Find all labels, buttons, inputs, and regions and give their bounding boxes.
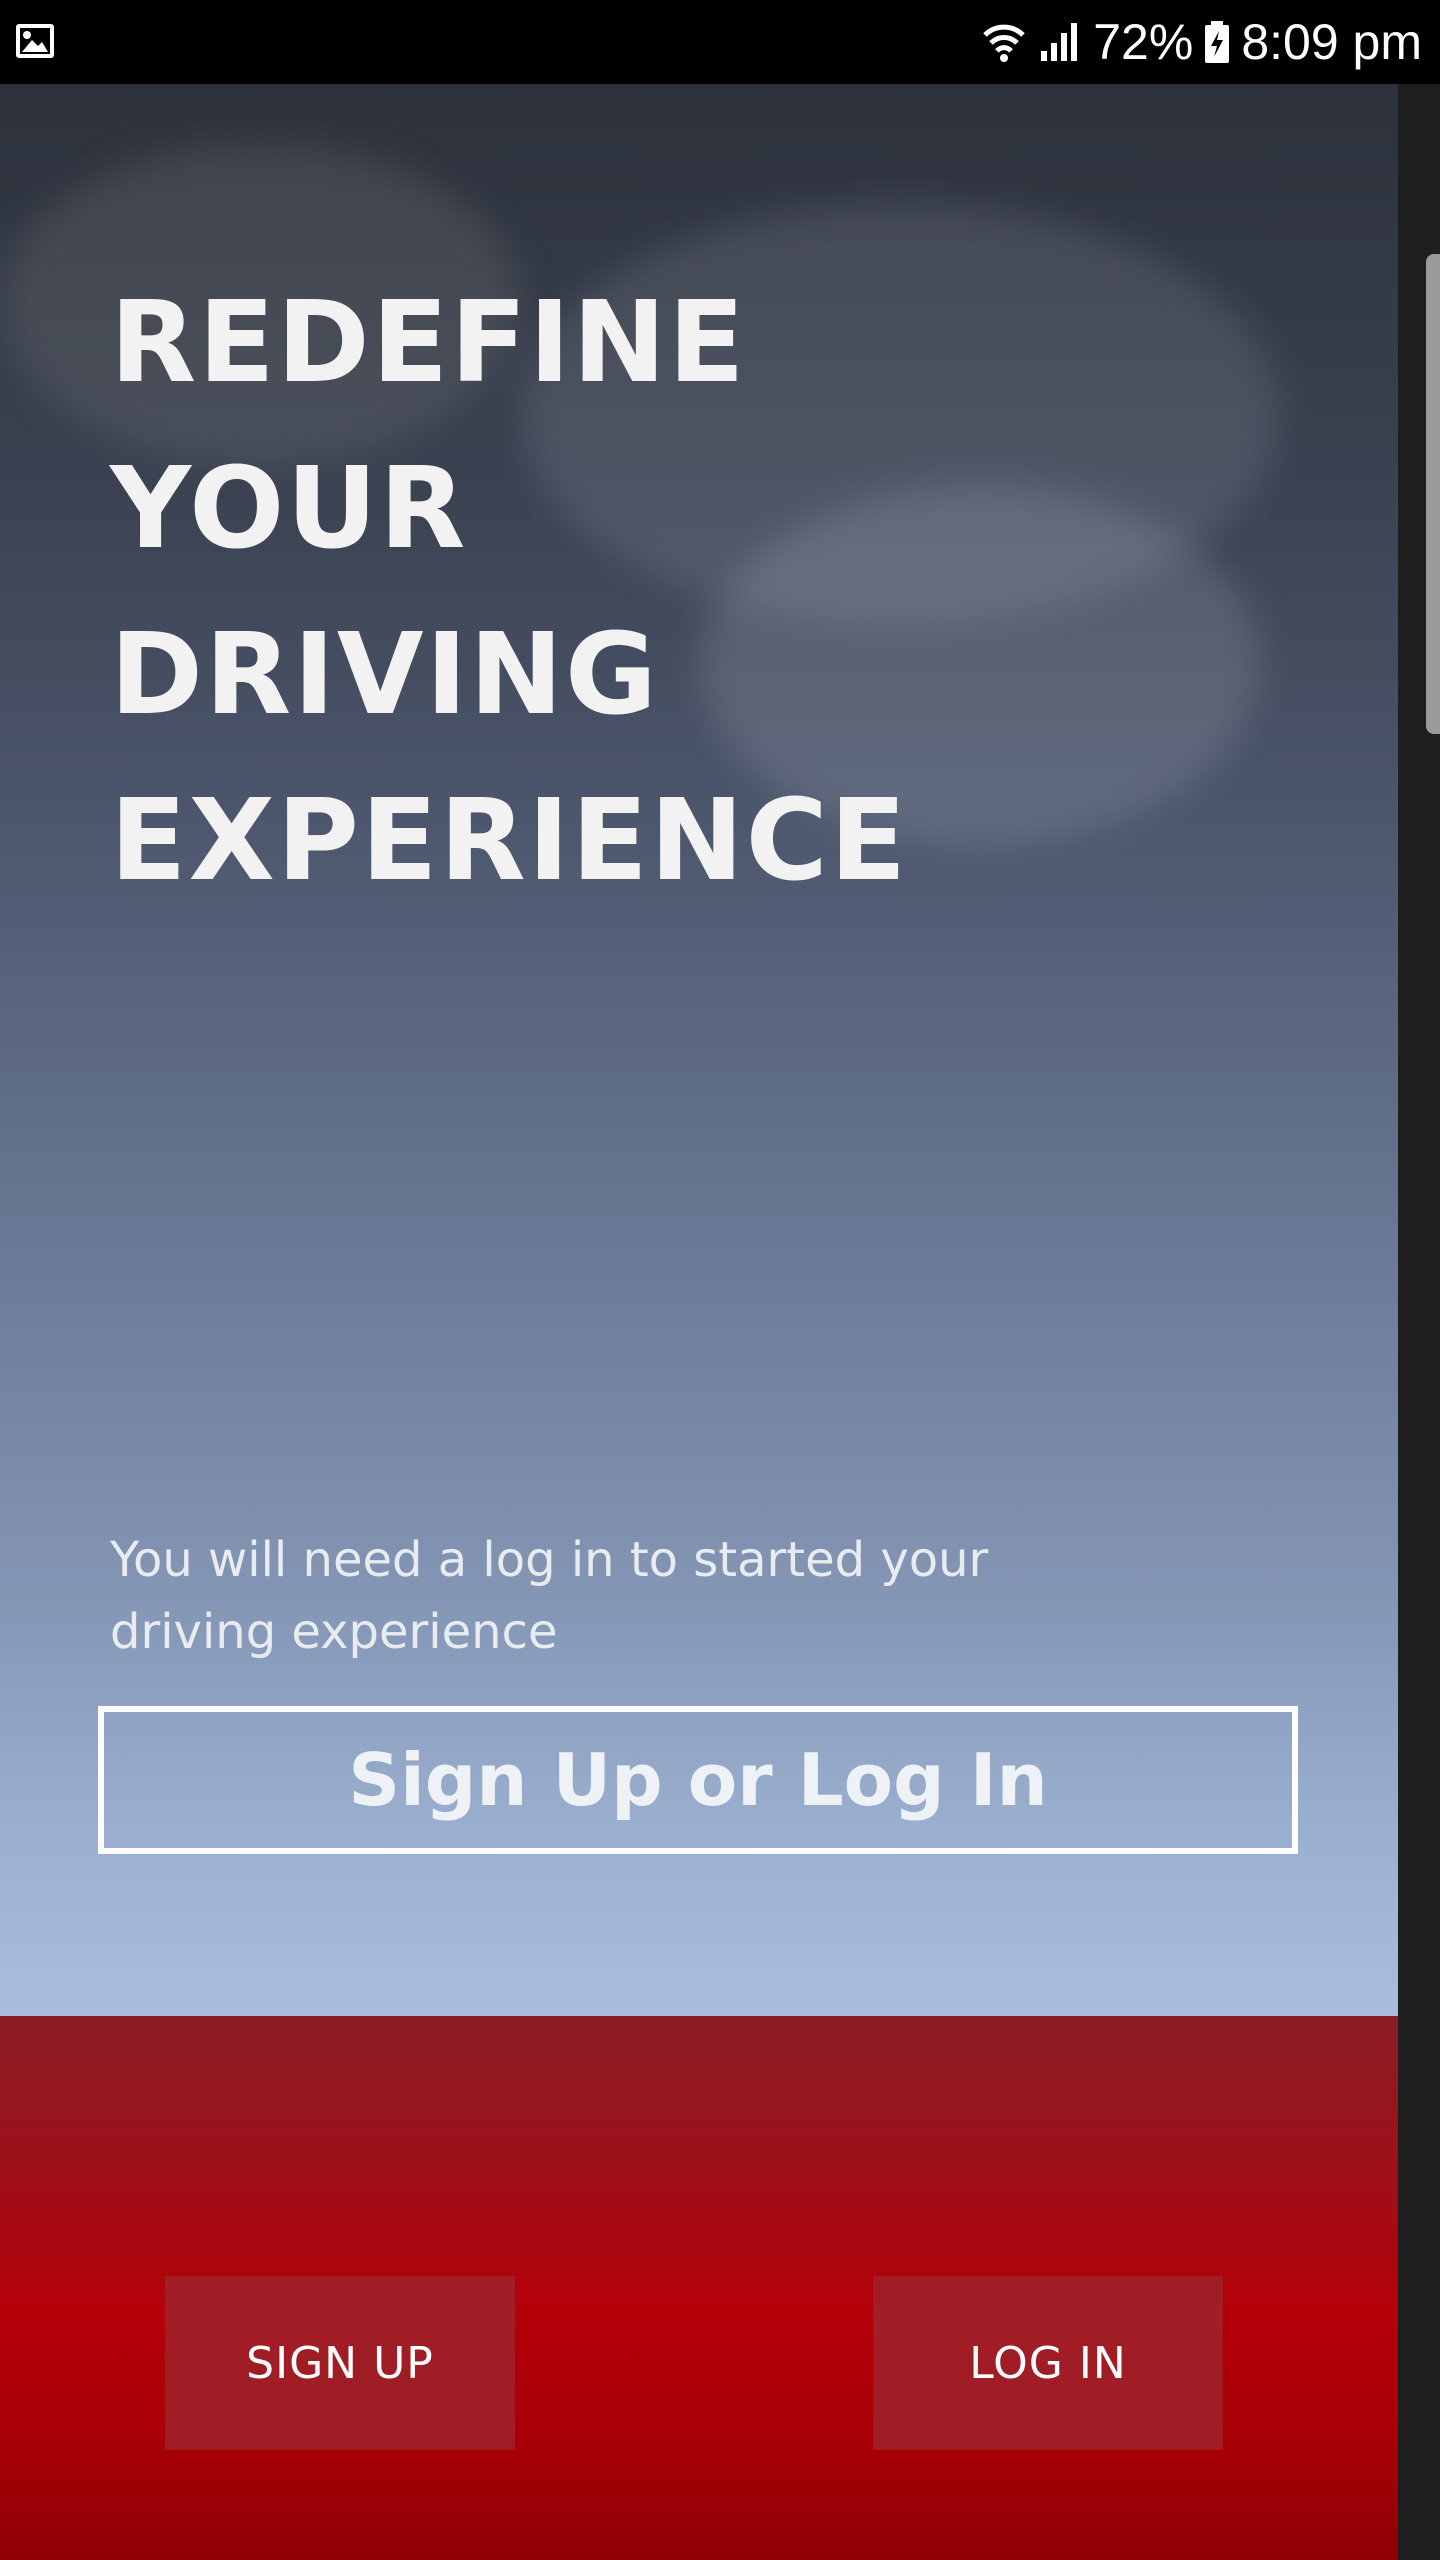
wifi-icon xyxy=(983,24,1026,62)
clock-time: 8:09 pm xyxy=(1241,14,1422,70)
gallery-notification-icon xyxy=(16,24,54,58)
headline-line-3: DRIVING xyxy=(110,610,659,740)
headline-line-4: EXPERIENCE xyxy=(110,776,909,906)
edge-panel-handle[interactable] xyxy=(1426,254,1440,734)
headline-line-1: REDEFINE xyxy=(110,278,747,408)
app-screen: REDEFINE YOUR DRIVING EXPERIENCE You wil… xyxy=(0,84,1398,2560)
headline-line-2: YOUR xyxy=(110,444,468,574)
status-icons: 72% 8:09 pm xyxy=(981,0,1422,84)
status-bar: 72% 8:09 pm xyxy=(0,0,1440,84)
cellular-signal-icon xyxy=(1041,23,1078,61)
sign-up-or-log-in-button[interactable]: Sign Up or Log In xyxy=(98,1706,1298,1854)
footer-panel: SIGN UP LOG IN xyxy=(0,2016,1398,2560)
log-in-button[interactable]: LOG IN xyxy=(873,2276,1223,2450)
battery-charging-icon xyxy=(1205,21,1230,63)
battery-percent: 72% xyxy=(1093,14,1194,70)
headline: REDEFINE YOUR DRIVING EXPERIENCE xyxy=(110,260,908,924)
hero-background: REDEFINE YOUR DRIVING EXPERIENCE You wil… xyxy=(0,84,1398,2016)
login-requirement-text: You will need a log in to started your d… xyxy=(110,1532,989,1660)
edge-panel xyxy=(1398,84,1440,2560)
sign-up-button[interactable]: SIGN UP xyxy=(165,2276,515,2450)
